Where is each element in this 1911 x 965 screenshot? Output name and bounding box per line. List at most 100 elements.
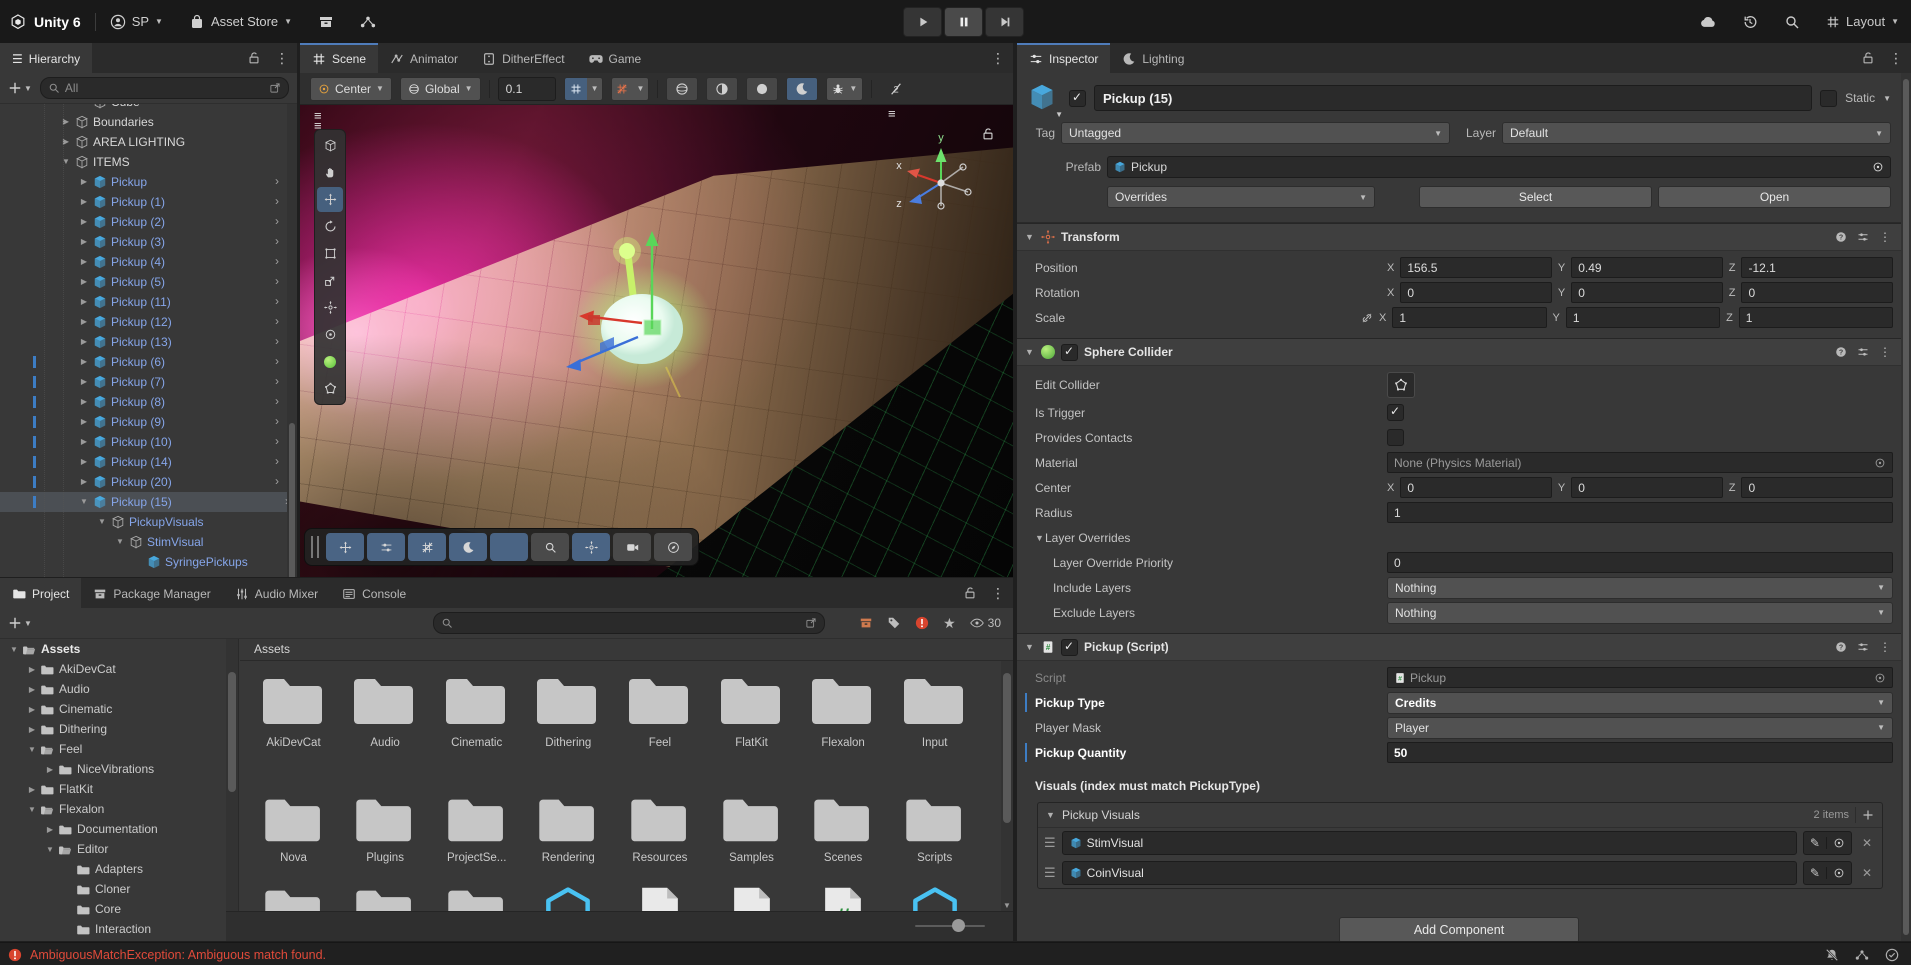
prefab-open-arrow[interactable]: › — [275, 194, 279, 208]
hierarchy-search-input[interactable]: All — [40, 77, 289, 99]
expander-icon[interactable]: ▶ — [44, 825, 56, 834]
expander-icon[interactable]: ▶ — [78, 437, 90, 446]
package-manager-button[interactable] — [318, 14, 334, 30]
project-tree-scrollbar[interactable] — [226, 638, 238, 912]
expander-icon[interactable]: ▶ — [60, 137, 72, 146]
prefab-open-arrow[interactable]: › — [275, 454, 279, 468]
open-button[interactable]: Open — [1658, 186, 1891, 208]
snap-tool[interactable] — [317, 322, 343, 347]
asset-tile-scripts[interactable]: Scripts — [890, 795, 979, 864]
project-tree-item-akidevcat[interactable]: ▶AkiDevCat — [0, 659, 226, 679]
prefab-open-arrow[interactable]: › — [275, 474, 279, 488]
overlay-lighting[interactable] — [449, 533, 487, 561]
status-bar[interactable]: AmbiguousMatchException: Ambiguous match… — [0, 942, 1911, 965]
asset-tile-flatkit[interactable]: FlatKit — [707, 672, 796, 749]
kebab-menu-icon[interactable]: ⋮ — [1889, 50, 1903, 67]
asset-tile-input[interactable]: Input — [890, 672, 979, 749]
asset-tile-rendering[interactable]: Rendering — [524, 795, 613, 864]
add-component-button[interactable]: Add Component — [1339, 917, 1579, 941]
exclude-layers-dropdown[interactable]: Nothing▼ — [1387, 602, 1893, 624]
prefab-open-arrow[interactable]: › — [275, 274, 279, 288]
tool-context[interactable] — [317, 133, 343, 158]
project-tree-item-flatkit[interactable]: ▶FlatKit — [0, 779, 226, 799]
pickup-quantity-field[interactable]: 50 — [1387, 742, 1893, 763]
overlay-effects[interactable] — [490, 533, 528, 561]
grid-snap-toggle[interactable]: ▼ — [564, 77, 604, 101]
project-tree-item-cloner[interactable]: Cloner — [0, 879, 226, 899]
presets-icon[interactable] — [1857, 641, 1869, 653]
search-by-label-icon[interactable] — [887, 616, 901, 630]
active-checkbox[interactable] — [1069, 90, 1086, 107]
scale-y-field[interactable]: 1 — [1566, 307, 1720, 328]
asset-tile-flexalon[interactable]: Flexalon — [799, 672, 888, 749]
expander-icon[interactable]: ▶ — [78, 317, 90, 326]
radius-field[interactable]: 1 — [1387, 502, 1893, 523]
lock-icon[interactable] — [1857, 51, 1879, 65]
project-tree-item-interaction[interactable]: Interaction — [0, 919, 226, 939]
overlay-orientation[interactable] — [654, 533, 692, 561]
overlay-grid-snap[interactable] — [408, 533, 446, 561]
kebab-menu-icon[interactable]: ⋮ — [1879, 230, 1891, 244]
transform-tool[interactable] — [317, 295, 343, 320]
project-tree-item-dithering[interactable]: ▶Dithering — [0, 719, 226, 739]
expander-icon[interactable]: ▼ — [78, 497, 90, 506]
rotation-x-field[interactable]: 0 — [1400, 282, 1552, 303]
prefab-open-arrow[interactable]: › — [275, 234, 279, 248]
pickup-script-header[interactable]: ▼ Pickup (Script) ⋮ — [1017, 633, 1901, 661]
scale-link-icon[interactable] — [1361, 312, 1373, 324]
asset-tile-projectse-[interactable]: ProjectSe... — [432, 795, 521, 864]
search-by-type-icon[interactable] — [859, 616, 873, 630]
pickup-overlay-tool[interactable] — [317, 349, 343, 374]
expander-icon[interactable]: ▶ — [78, 197, 90, 206]
view-tool[interactable] — [317, 160, 343, 185]
tool-handle-rotation-dropdown[interactable]: Global▼ — [400, 77, 481, 101]
prefab-open-arrow[interactable]: › — [275, 394, 279, 408]
expander-icon[interactable]: ▶ — [78, 277, 90, 286]
prefab-open-arrow[interactable]: › — [275, 314, 279, 328]
search-icon[interactable] — [1784, 14, 1800, 30]
kebab-menu-icon[interactable]: ⋮ — [991, 585, 1005, 602]
grid-snap-dropdown[interactable]: ▼ — [587, 78, 603, 100]
project-search-input[interactable] — [433, 612, 825, 634]
sphere-collider-header[interactable]: ▼ Sphere Collider ⋮ — [1017, 338, 1901, 366]
expander-icon[interactable]: ▼ — [26, 745, 38, 754]
layer-overrides-foldout[interactable]: ▼ Layer Overrides — [1025, 525, 1893, 550]
help-icon[interactable] — [1835, 231, 1847, 243]
asset-tile-resources[interactable]: Resources — [615, 795, 704, 864]
project-tree-item-editor[interactable]: ▼Editor — [0, 839, 226, 859]
tab-animator[interactable]: Animator — [378, 43, 470, 73]
slider-knob[interactable] — [952, 919, 965, 932]
layer-dropdown[interactable]: Default▼ — [1502, 122, 1891, 144]
overlay-menu-icon[interactable]: ≡≡ — [314, 111, 322, 131]
rect-tool[interactable] — [317, 241, 343, 266]
version-control-button[interactable] — [360, 14, 376, 30]
edit-collider-button[interactable] — [1387, 372, 1415, 398]
prefab-open-arrow[interactable]: › — [275, 374, 279, 388]
asset-tile-audio[interactable]: Audio — [341, 672, 430, 749]
visual-object-field[interactable]: StimVisual — [1062, 831, 1797, 855]
expander-icon[interactable]: ▼ — [96, 517, 108, 526]
2d-toggle[interactable] — [880, 77, 912, 101]
center-y-field[interactable]: 0 — [1571, 477, 1723, 498]
tag-dropdown[interactable]: Untagged▼ — [1061, 122, 1450, 144]
grid-visibility-dropdown[interactable]: ▼ — [632, 78, 648, 100]
player-mask-dropdown[interactable]: Player▼ — [1387, 717, 1893, 739]
grid-visibility-toggle[interactable]: ▼ — [611, 77, 649, 101]
visual-entry-coinvisual[interactable]: ☰ CoinVisual ✎ ✕ — [1038, 858, 1882, 888]
project-tree-item-adapters[interactable]: Adapters — [0, 859, 226, 879]
kebab-menu-icon[interactable]: ⋮ — [275, 50, 289, 67]
expander-icon[interactable]: ▶ — [26, 665, 38, 674]
gameobject-name-field[interactable]: Pickup (15) — [1094, 85, 1812, 111]
prefab-open-arrow[interactable]: › — [275, 434, 279, 448]
hierarchy-scrollbar[interactable] — [287, 103, 297, 577]
pickup-type-dropdown[interactable]: Credits▼ — [1387, 692, 1893, 714]
tab-hierarchy[interactable]: ☰ Hierarchy — [0, 43, 92, 73]
drag-handle-icon[interactable]: ☰ — [1044, 865, 1056, 881]
tab-console[interactable]: Console — [330, 578, 418, 608]
expander-icon[interactable]: ▶ — [78, 377, 90, 386]
prefab-open-arrow[interactable]: › — [275, 254, 279, 268]
open-search-icon[interactable] — [805, 617, 817, 629]
component-enabled-checkbox[interactable] — [1061, 344, 1078, 361]
prefab-open-arrow[interactable]: › — [275, 334, 279, 348]
render-doodads-toggle[interactable] — [666, 77, 698, 101]
